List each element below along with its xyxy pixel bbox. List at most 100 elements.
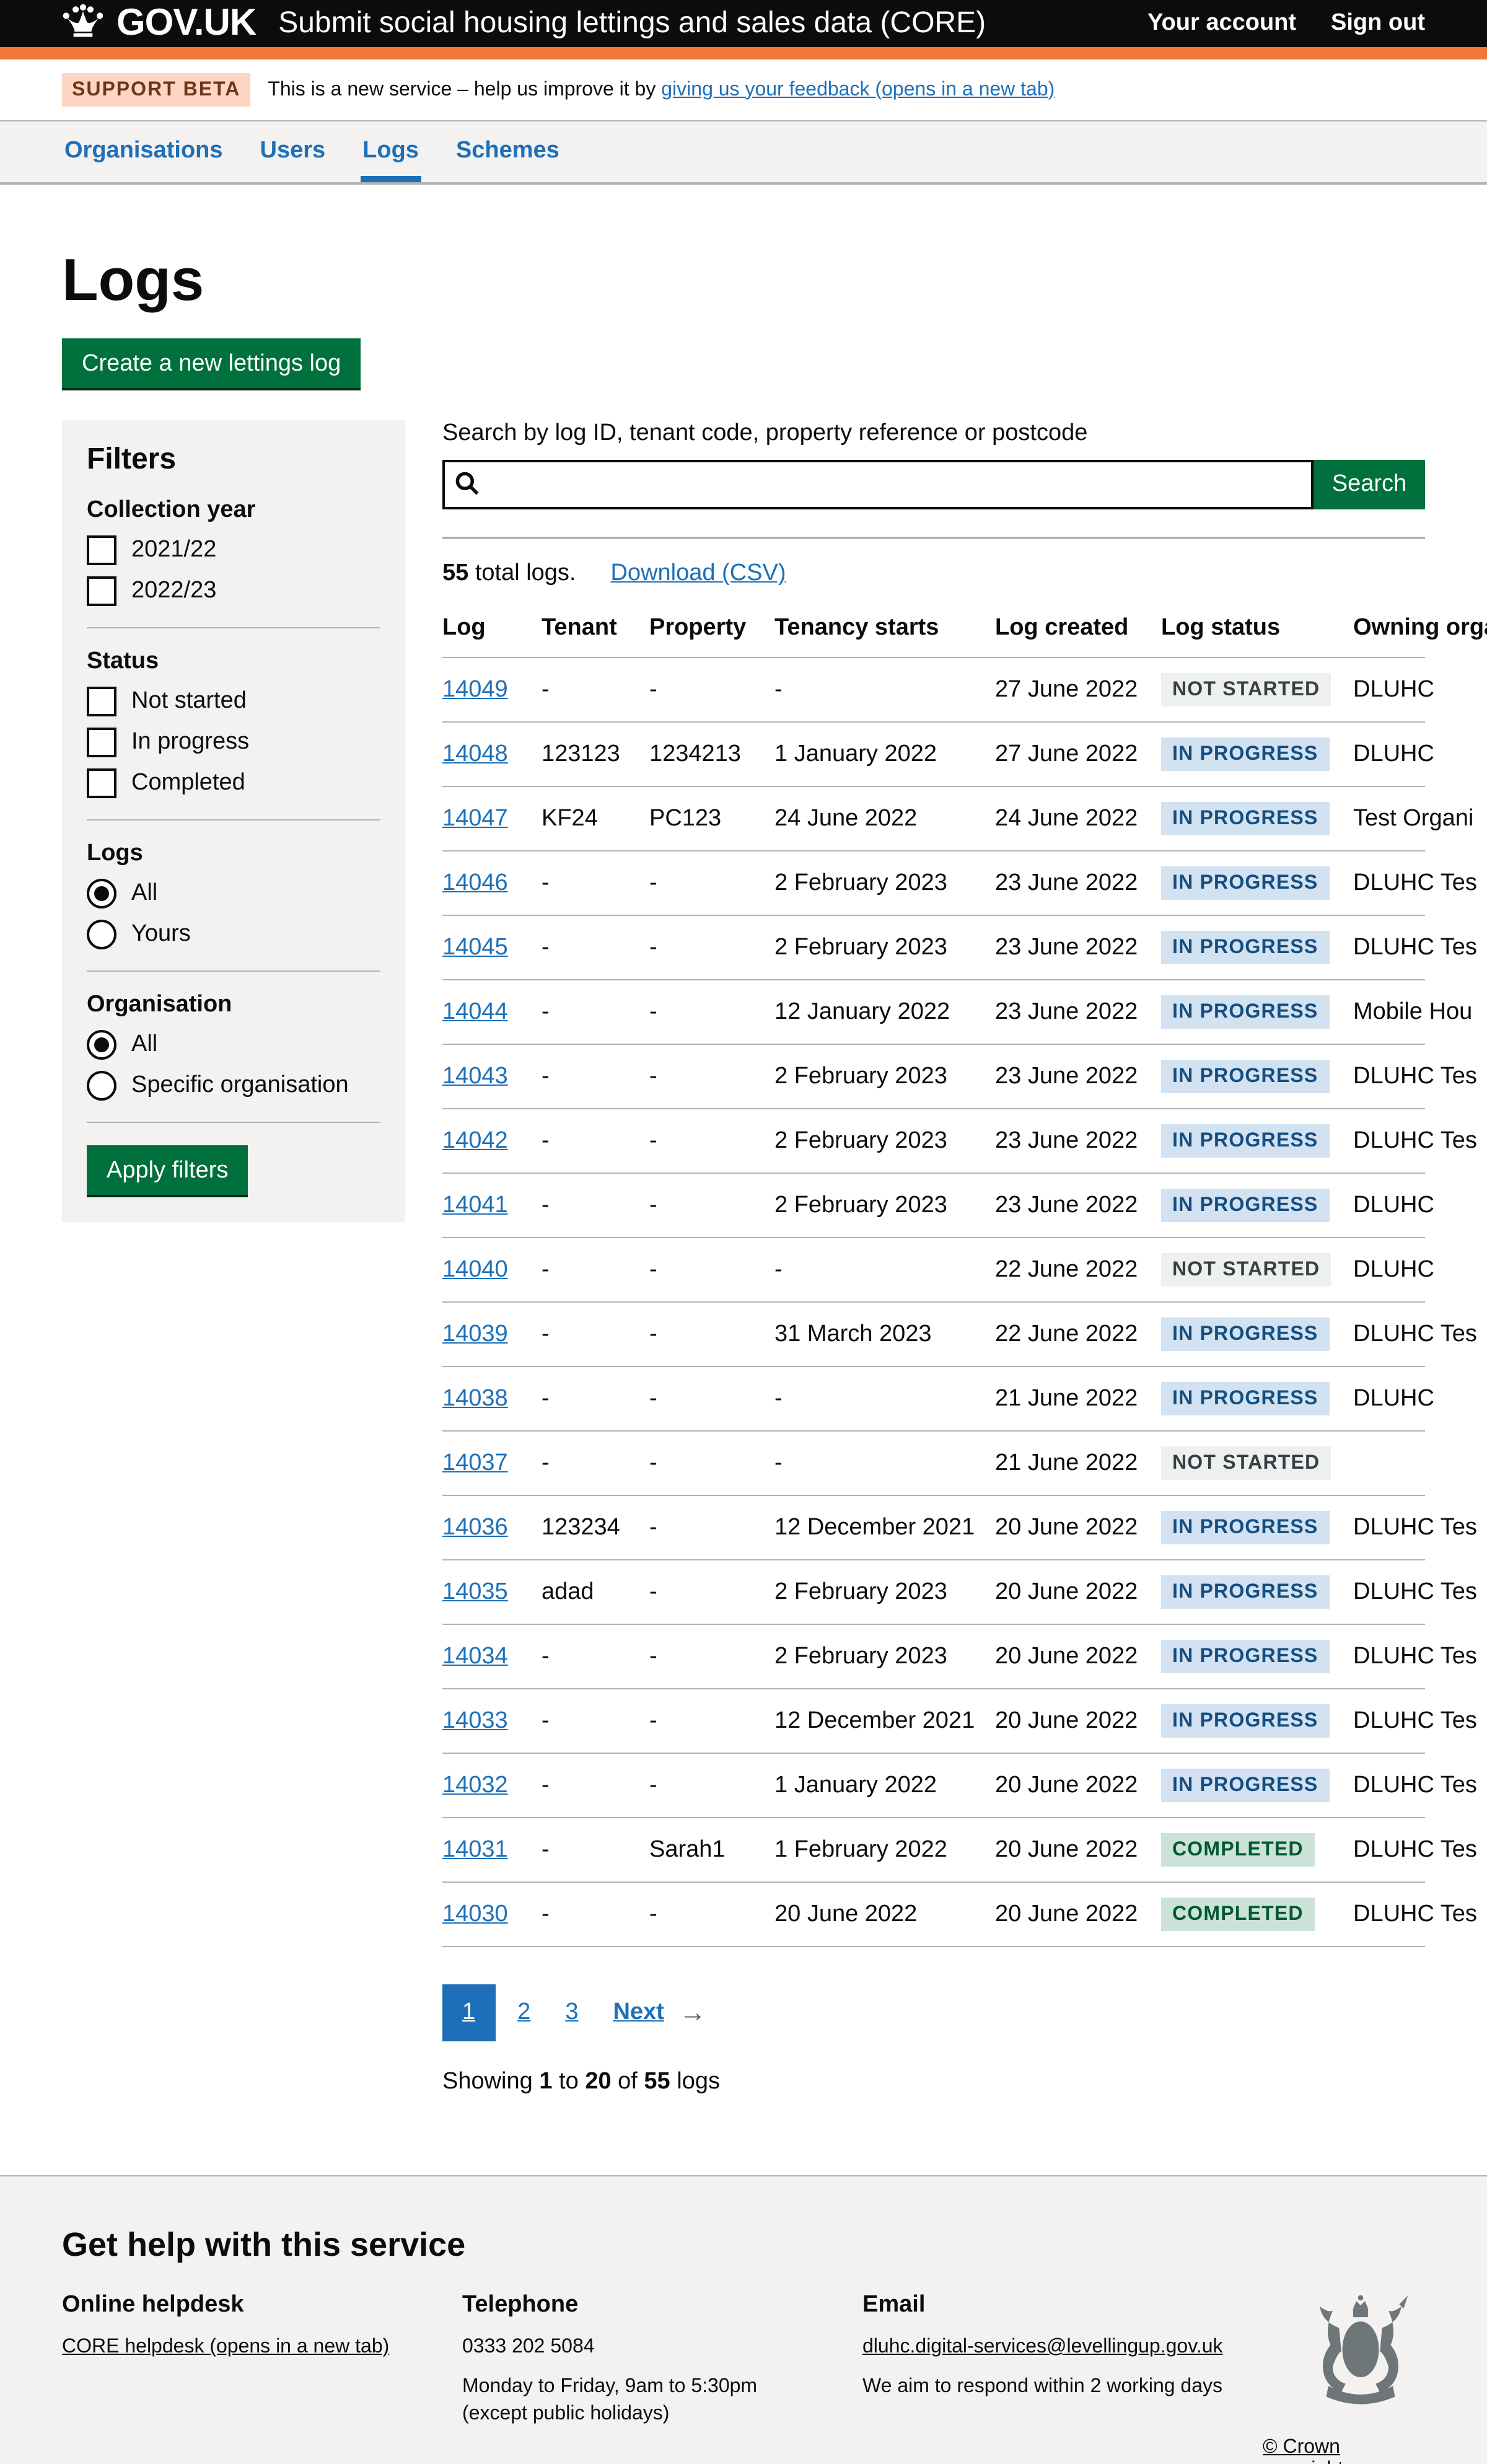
checkbox-icon[interactable] (87, 768, 116, 798)
tenant-cell: - (542, 851, 649, 915)
checkbox-icon[interactable] (87, 576, 116, 606)
log-id-link[interactable]: 14041 (442, 1192, 508, 1218)
nav-item-organisations[interactable]: Organisations (62, 121, 226, 182)
property-cell: - (649, 1302, 774, 1366)
apply-filters-button[interactable]: Apply filters (87, 1145, 248, 1195)
log-created-cell: 24 June 2022 (995, 786, 1161, 851)
radio-icon-checked[interactable] (87, 1030, 116, 1060)
govuk-logotype[interactable]: GOV.UK (116, 2, 256, 45)
table-row: 14034--2 February 202320 June 2022IN PRO… (442, 1624, 1425, 1689)
log-id-link[interactable]: 14048 (442, 741, 508, 767)
log-created-cell: 23 June 2022 (995, 851, 1161, 915)
log-id-link[interactable]: 14035 (442, 1578, 508, 1604)
property-cell: - (649, 1753, 774, 1818)
table-row: 14044--12 January 202223 June 2022IN PRO… (442, 980, 1425, 1044)
crown-copyright-link[interactable]: © Crown copyright (1263, 2437, 1425, 2464)
telephone-heading: Telephone (462, 2292, 862, 2319)
email-heading: Email (862, 2292, 1263, 2319)
radio-label: All (131, 880, 157, 907)
pagination-current-page[interactable]: 1 (442, 1984, 495, 2041)
radio-logs-yours[interactable]: Yours (87, 920, 380, 949)
pagination-page-3[interactable]: 3 (553, 1984, 590, 2041)
log-id-link[interactable]: 14044 (442, 998, 508, 1024)
checkbox-icon[interactable] (87, 728, 116, 757)
log-id-link[interactable]: 14037 (442, 1450, 508, 1476)
beta-text: This is a new service – help us improve … (268, 79, 1055, 101)
table-row: 14049---27 June 2022NOT STARTEDDLUHC (442, 658, 1425, 722)
pagination: 1 2 3 Next → (442, 1984, 1425, 2041)
tenant-cell: adad (542, 1560, 649, 1624)
log-id-link[interactable]: 14039 (442, 1321, 508, 1347)
tenancy-starts-cell: - (774, 1431, 995, 1495)
log-created-cell: 23 June 2022 (995, 980, 1161, 1044)
log-created-cell: 21 June 2022 (995, 1431, 1161, 1495)
pagination-page-2[interactable]: 2 (505, 1984, 543, 2041)
feedback-link[interactable]: giving us your feedback (opens in a new … (661, 79, 1055, 100)
filters-divider (87, 1122, 380, 1123)
download-csv-link[interactable]: Download (CSV) (611, 560, 786, 586)
sign-out-link[interactable]: Sign out (1331, 10, 1425, 37)
service-name[interactable]: Submit social housing lettings and sales… (278, 6, 986, 41)
log-id-link[interactable]: 14032 (442, 1772, 508, 1798)
footer-columns: Online helpdesk CORE helpdesk (opens in … (62, 2292, 1425, 2464)
table-row: 14035adad-2 February 202320 June 2022IN … (442, 1560, 1425, 1624)
log-status-badge: IN PROGRESS (1161, 1189, 1329, 1222)
property-cell: Sarah1 (649, 1818, 774, 1882)
table-row: 14047KF24PC12324 June 202224 June 2022IN… (442, 786, 1425, 851)
col-header-owning-organisation: Owning organisation (1353, 615, 1425, 658)
log-id-link[interactable]: 14042 (442, 1127, 508, 1153)
log-id-link[interactable]: 14043 (442, 1063, 508, 1089)
showing-text: to (553, 2069, 586, 2095)
log-id-link[interactable]: 14045 (442, 934, 508, 960)
checkbox-completed[interactable]: Completed (87, 768, 380, 798)
log-status-badge: IN PROGRESS (1161, 931, 1329, 964)
pagination-next-link[interactable]: Next (600, 1984, 669, 2041)
checkbox-in-progress[interactable]: In progress (87, 728, 380, 757)
search-button[interactable]: Search (1314, 460, 1425, 509)
log-id-link[interactable]: 14049 (442, 676, 508, 702)
log-id-link[interactable]: 14030 (442, 1901, 508, 1927)
log-id-link[interactable]: 14046 (442, 869, 508, 895)
radio-specific-organisation[interactable]: Specific organisation (87, 1071, 380, 1101)
radio-icon-checked[interactable] (87, 879, 116, 909)
email-link[interactable]: dluhc.digital-services@levellingup.gov.u… (862, 2334, 1223, 2361)
log-id-link[interactable]: 14034 (442, 1643, 508, 1669)
tenancy-starts-cell: - (774, 658, 995, 722)
radio-icon[interactable] (87, 1071, 116, 1101)
checkbox-icon[interactable] (87, 535, 116, 565)
your-account-link[interactable]: Your account (1147, 10, 1296, 37)
log-id-link[interactable]: 14031 (442, 1836, 508, 1862)
showing-text: Showing (442, 2069, 539, 2095)
tenancy-starts-cell: 20 June 2022 (774, 1882, 995, 1947)
arrow-right-icon: → (679, 1997, 706, 2029)
checkbox-2022-23[interactable]: 2022/23 (87, 576, 380, 606)
log-id-link[interactable]: 14047 (442, 805, 508, 831)
search-input[interactable] (442, 460, 1314, 509)
log-id-link[interactable]: 14040 (442, 1256, 508, 1282)
footer-helpdesk-column: Online helpdesk CORE helpdesk (opens in … (62, 2292, 462, 2464)
search-label: Search by log ID, tenant code, property … (442, 420, 1087, 446)
filter-group-logs: Logs (87, 840, 380, 868)
col-header-log: Log (442, 615, 542, 658)
tenant-cell: - (542, 1366, 649, 1431)
tenancy-starts-cell: 2 February 2023 (774, 851, 995, 915)
checkbox-not-started[interactable]: Not started (87, 687, 380, 716)
log-status-badge: IN PROGRESS (1161, 1060, 1329, 1093)
log-status-badge: IN PROGRESS (1161, 1318, 1329, 1351)
property-cell: - (649, 1495, 774, 1560)
core-helpdesk-link[interactable]: CORE helpdesk (opens in a new tab) (62, 2334, 389, 2361)
property-cell: - (649, 1109, 774, 1173)
log-id-link[interactable]: 14036 (442, 1514, 508, 1540)
radio-logs-all[interactable]: All (87, 879, 380, 909)
nav-item-logs[interactable]: Logs (360, 121, 421, 182)
log-id-link[interactable]: 14038 (442, 1385, 508, 1411)
radio-organisation-all[interactable]: All (87, 1030, 380, 1060)
nav-item-schemes[interactable]: Schemes (454, 121, 562, 182)
checkbox-2021-22[interactable]: 2021/22 (87, 535, 380, 565)
create-lettings-log-button[interactable]: Create a new lettings log (62, 338, 361, 388)
nav-item-users[interactable]: Users (258, 121, 328, 182)
checkbox-icon[interactable] (87, 687, 116, 716)
radio-icon[interactable] (87, 920, 116, 949)
table-row: 14042--2 February 202323 June 2022IN PRO… (442, 1109, 1425, 1173)
log-id-link[interactable]: 14033 (442, 1707, 508, 1733)
